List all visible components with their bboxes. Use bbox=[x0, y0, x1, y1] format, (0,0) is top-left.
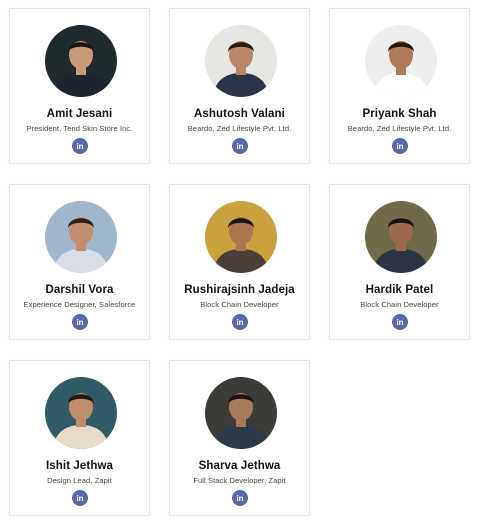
member-title: Full Stack Developer, Zapit bbox=[193, 476, 286, 485]
team-card: Sharva Jethwa Full Stack Developer, Zapi… bbox=[169, 360, 310, 516]
avatar bbox=[45, 201, 117, 273]
team-card: Ishit Jethwa Design Lead, Zapit in bbox=[9, 360, 150, 516]
avatar bbox=[205, 25, 277, 97]
member-name: Rushirajsinh Jadeja bbox=[184, 284, 295, 296]
member-name: Sharva Jethwa bbox=[198, 460, 281, 472]
team-card: Priyank Shah Beardo, Zed Lifestyle Pvt. … bbox=[329, 8, 470, 164]
member-title: Block Chain Developer bbox=[360, 300, 439, 309]
avatar bbox=[365, 201, 437, 273]
member-title: Block Chain Developer bbox=[200, 300, 279, 309]
member-title: Design Lead, Zapit bbox=[47, 476, 112, 485]
team-card: Darshil Vora Experience Designer, Salesf… bbox=[9, 184, 150, 340]
member-name: Priyank Shah bbox=[362, 108, 437, 120]
member-name: Hardik Patel bbox=[365, 284, 434, 296]
member-name: Darshil Vora bbox=[45, 284, 114, 296]
member-title: Beardo, Zed Lifestyle Pvt. Ltd. bbox=[347, 124, 452, 133]
member-title: President, Tend Skin Store Inc. bbox=[26, 124, 133, 133]
linkedin-icon[interactable]: in bbox=[232, 314, 248, 330]
member-title: Beardo, Zed Lifestyle Pvt. Ltd. bbox=[187, 124, 292, 133]
team-card: Rushirajsinh Jadeja Block Chain Develope… bbox=[169, 184, 310, 340]
avatar bbox=[45, 25, 117, 97]
linkedin-icon[interactable]: in bbox=[232, 490, 248, 506]
team-card: Ashutosh Valani Beardo, Zed Lifestyle Pv… bbox=[169, 8, 310, 164]
linkedin-icon[interactable]: in bbox=[72, 490, 88, 506]
linkedin-icon[interactable]: in bbox=[392, 314, 408, 330]
avatar bbox=[45, 377, 117, 449]
linkedin-icon[interactable]: in bbox=[72, 314, 88, 330]
linkedin-icon[interactable]: in bbox=[232, 138, 248, 154]
member-title: Experience Designer, Salesforce bbox=[23, 300, 136, 309]
avatar bbox=[205, 377, 277, 449]
linkedin-icon[interactable]: in bbox=[392, 138, 408, 154]
team-card: Amit Jesani President, Tend Skin Store I… bbox=[9, 8, 150, 164]
linkedin-icon[interactable]: in bbox=[72, 138, 88, 154]
member-name: Ishit Jethwa bbox=[45, 460, 114, 472]
avatar bbox=[205, 201, 277, 273]
member-name: Ashutosh Valani bbox=[194, 108, 285, 120]
team-card: Hardik Patel Block Chain Developer in bbox=[329, 184, 470, 340]
member-name: Amit Jesani bbox=[46, 108, 113, 120]
avatar bbox=[365, 25, 437, 97]
